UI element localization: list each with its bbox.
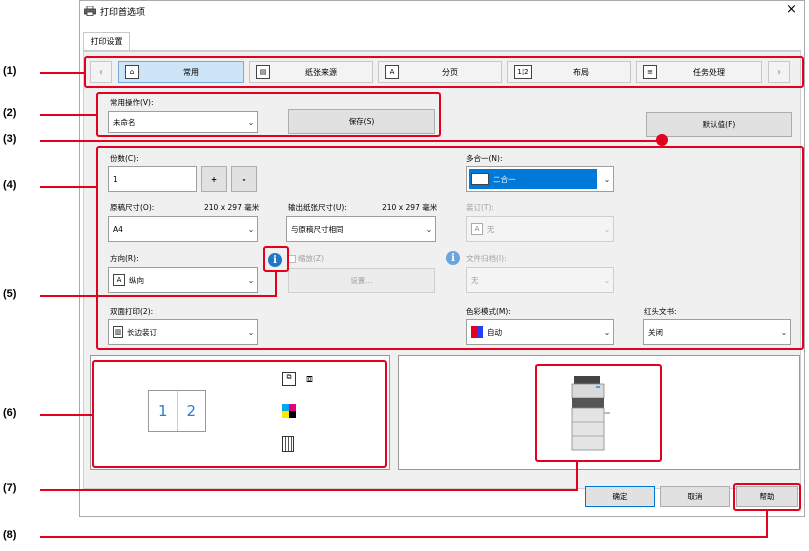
callout-box-1: [84, 56, 804, 88]
callout-line-4: [40, 186, 96, 188]
callout-vline-8: [766, 511, 768, 538]
callout-label-4: (4): [3, 179, 17, 191]
callout-line-6: [40, 414, 92, 416]
tab-label: 打印设置: [90, 37, 123, 46]
callout-label-1: (1): [3, 65, 17, 77]
printer-icon: [84, 5, 96, 16]
callout-label-8: (8): [3, 529, 17, 541]
callout-line-2: [40, 114, 96, 116]
callout-vline-7: [576, 462, 578, 491]
callout-line-8: [40, 536, 768, 538]
callout-line-5: [40, 295, 277, 297]
callout-line-7: [40, 489, 578, 491]
ok-button[interactable]: 确定: [585, 486, 655, 507]
defaults-button[interactable]: 默认值(F): [646, 112, 792, 137]
callout-label-3: (3): [3, 133, 17, 145]
cancel-button[interactable]: 取消: [660, 486, 730, 507]
callout-box-5: [263, 246, 289, 272]
tab-print-settings[interactable]: 打印设置: [83, 32, 130, 50]
callout-box-8: [733, 483, 801, 511]
callout-label-7: (7): [3, 482, 17, 494]
callout-line-3: [40, 140, 660, 142]
window-title: 打印首选项: [100, 8, 146, 18]
callout-label-2: (2): [3, 107, 17, 119]
callout-box-4: [96, 146, 804, 350]
callout-box-6: [92, 360, 387, 468]
callout-label-5: (5): [3, 288, 17, 300]
callout-box-7: [535, 364, 662, 462]
close-icon[interactable]: ×: [786, 2, 797, 17]
callout-label-6: (6): [3, 407, 17, 419]
callout-line-1: [40, 72, 84, 74]
callout-vline-5: [275, 272, 277, 296]
callout-box-2: [96, 92, 441, 137]
